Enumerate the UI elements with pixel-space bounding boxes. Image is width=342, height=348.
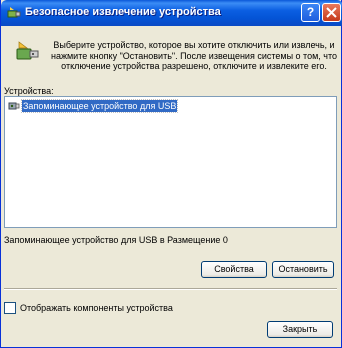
device-location-text: Запоминающее устройство для USB в Размещ… <box>4 235 228 245</box>
safely-remove-hardware-icon <box>7 6 21 20</box>
devices-label: Устройства: <box>4 86 54 96</box>
close-window-button[interactable] <box>322 3 341 22</box>
show-components-label[interactable]: Отображать компоненты устройства <box>20 303 173 313</box>
stop-button[interactable]: Остановить <box>272 261 334 278</box>
hardware-plug-icon <box>15 40 41 64</box>
safely-remove-dialog: Безопасное извлечение устройства ? Выбер… <box>0 0 342 348</box>
title-bar[interactable]: Безопасное извлечение устройства ? <box>1 0 342 26</box>
instructions-text: Выберите устройство, которое вы хотите о… <box>51 40 337 71</box>
window-title: Безопасное извлечение устройства <box>25 6 221 18</box>
devices-list[interactable]: Запоминающее устройство для USB <box>4 96 337 228</box>
help-button[interactable]: ? <box>301 3 320 22</box>
separator <box>4 288 337 290</box>
show-components-checkbox[interactable] <box>4 302 16 314</box>
properties-button[interactable]: Свойства <box>201 261 267 278</box>
close-icon <box>326 7 337 18</box>
usb-drive-icon <box>8 100 20 112</box>
close-button[interactable]: Закрыть <box>267 321 333 338</box>
list-item-label: Запоминающее устройство для USB <box>20 99 179 113</box>
